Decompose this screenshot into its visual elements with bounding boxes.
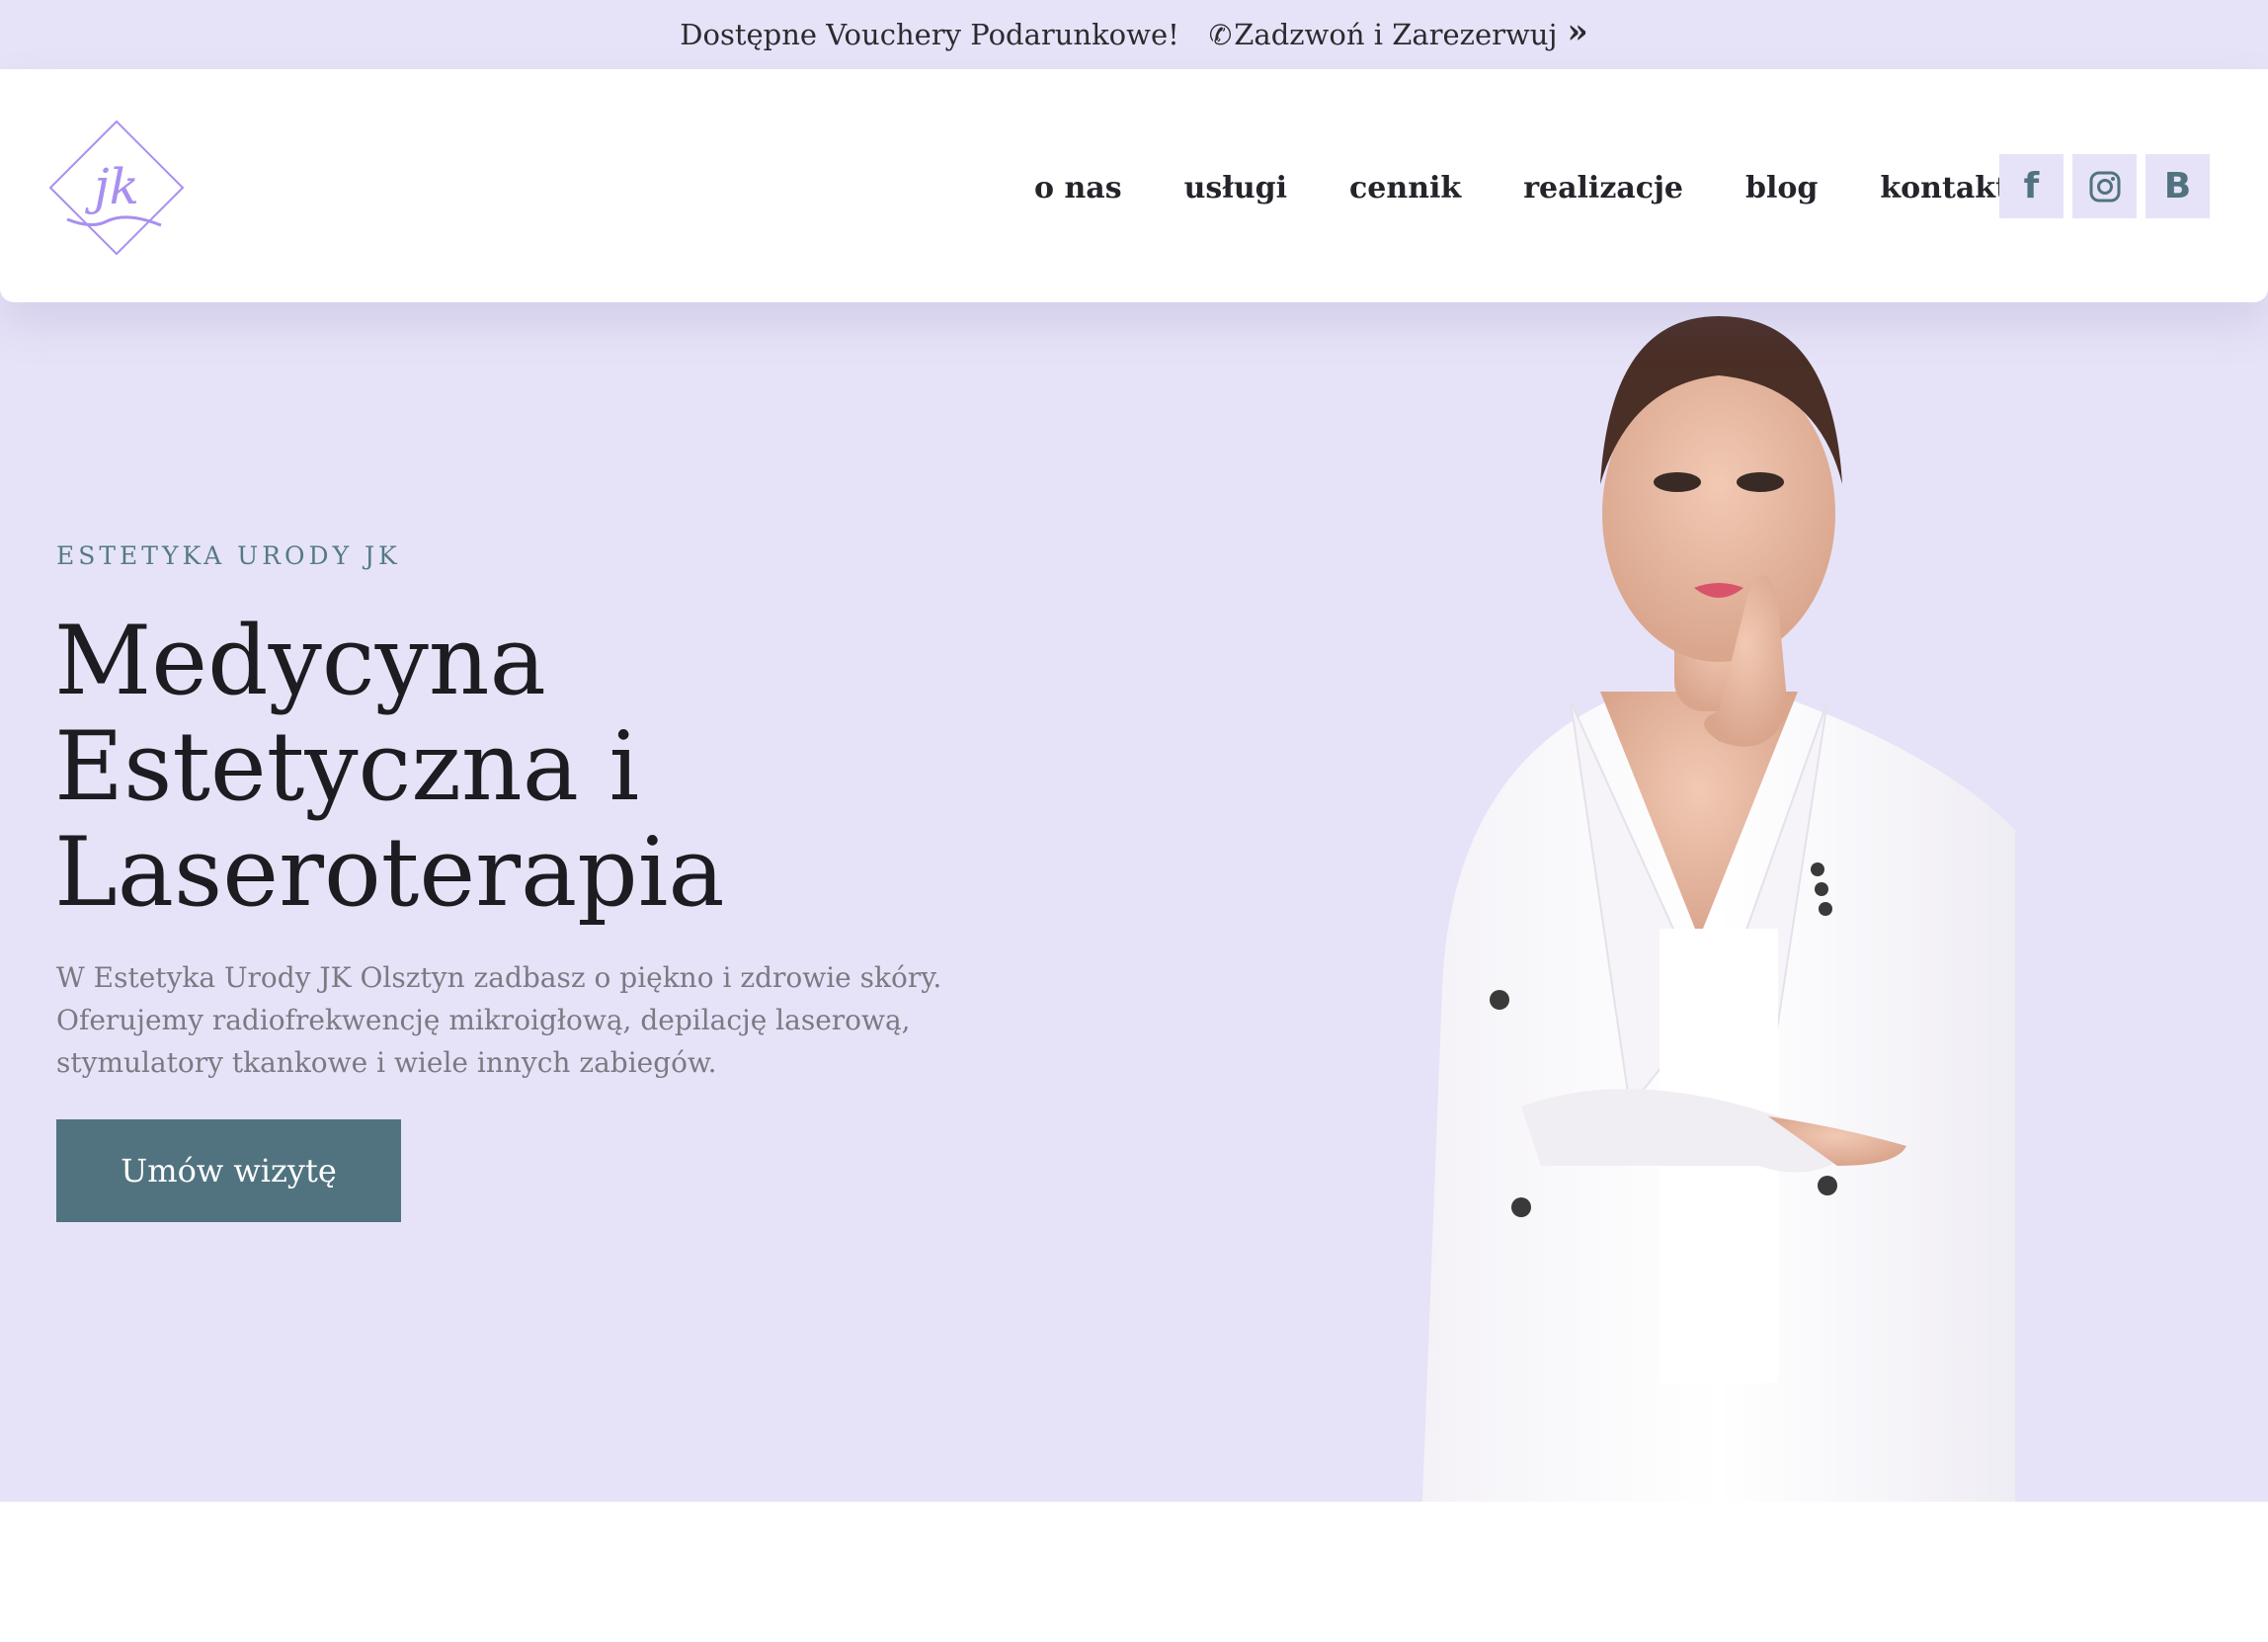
- phone-icon: ✆: [1208, 18, 1233, 51]
- nav-item-realizacje[interactable]: realizacje: [1523, 171, 1683, 205]
- hero-eyebrow: ESTETYKA URODY JK: [56, 541, 401, 570]
- jk-logo[interactable]: jk: [47, 119, 186, 257]
- hero-description-line: stymulatory tkankowe i wiele innych zabi…: [56, 1046, 717, 1079]
- hero-headline-line: Estetyczna i: [54, 711, 640, 822]
- logo-text: jk: [84, 158, 139, 215]
- double-chevron-right-icon: »: [1567, 12, 1588, 51]
- nav-item-o-nas[interactable]: o nas: [1034, 171, 1122, 205]
- announcement-bar: Dostępne Vouchery Podarunkowe! ✆ Zadzwoń…: [0, 0, 2268, 69]
- booksy-icon: B: [2163, 166, 2192, 206]
- booksy-button[interactable]: B: [2146, 154, 2210, 218]
- call-and-book-label: Zadzwoń i Zarezerwuj: [1234, 18, 1558, 51]
- hero-description-line: Oferujemy radiofrekwencję mikroigłową, d…: [56, 1004, 911, 1036]
- instagram-button[interactable]: [2072, 154, 2137, 218]
- hero-headline-line: Medycyna: [54, 606, 546, 716]
- nav-item-blog[interactable]: blog: [1745, 171, 1818, 205]
- voucher-promo-text: Dostępne Vouchery Podarunkowe!: [680, 18, 1179, 51]
- hero-headline: Medycyna Estetyczna i Laseroterapia: [54, 609, 1042, 926]
- hero-headline-line: Laseroterapia: [54, 817, 725, 928]
- facebook-button[interactable]: f: [1999, 154, 2064, 218]
- site-header: jk o nas usługi cennik realizacje blog k…: [0, 69, 2268, 302]
- nav-item-uslugi[interactable]: usługi: [1184, 171, 1287, 205]
- facebook-icon: f: [2023, 166, 2040, 206]
- nav-item-kontakt[interactable]: kontakt: [1880, 171, 2009, 205]
- call-and-book-link[interactable]: ✆ Zadzwoń i Zarezerwuj »: [1208, 12, 1588, 54]
- hero-portrait-image: [1422, 316, 2015, 1502]
- instagram-icon: [2089, 171, 2120, 202]
- book-visit-button[interactable]: Umów wizytę: [56, 1119, 401, 1222]
- nav-item-cennik[interactable]: cennik: [1349, 171, 1461, 205]
- hero-description: W Estetyka Urody JK Olsztyn zadbasz o pi…: [56, 956, 945, 1084]
- main-nav: o nas usługi cennik realizacje blog kont…: [1034, 166, 2009, 209]
- social-links: f B: [1999, 154, 2210, 218]
- hero-description-line: W Estetyka Urody JK Olsztyn zadbasz o pi…: [56, 961, 942, 994]
